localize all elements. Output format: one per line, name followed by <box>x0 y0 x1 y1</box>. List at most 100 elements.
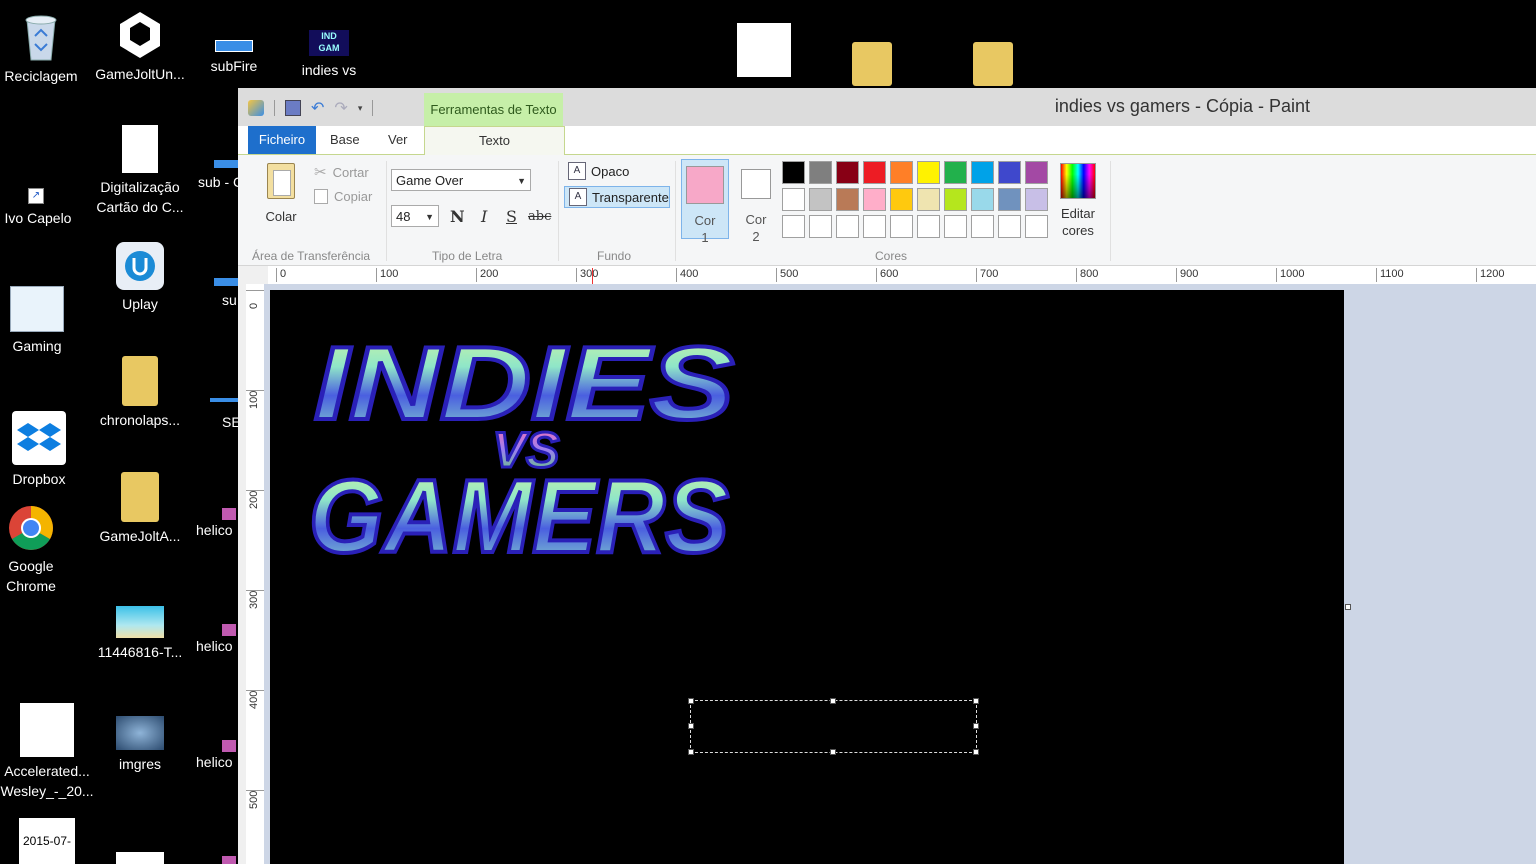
helico-icon[interactable]: helico <box>186 624 246 656</box>
palette-swatch[interactable] <box>944 188 967 211</box>
uplay-icon[interactable]: Uplay <box>92 242 188 314</box>
palette-swatch[interactable] <box>1025 161 1048 184</box>
indies-vs-image-icon[interactable]: IND GAM indies vs <box>281 30 377 80</box>
colors-group-label: Cores <box>875 249 908 263</box>
digitalizacao-document-icon[interactable]: Digitalização Cartão do C... <box>92 125 188 217</box>
canvas-workspace[interactable]: INDIES VS GAMERS <box>264 284 1536 864</box>
palette-swatch[interactable] <box>890 215 913 238</box>
palette-swatch[interactable] <box>836 188 859 211</box>
dropbox-icon[interactable]: Dropbox <box>0 411 87 489</box>
drawing-canvas[interactable]: INDIES VS GAMERS <box>270 290 1344 864</box>
edit-colors-button[interactable]: Editar cores <box>1056 163 1100 239</box>
palette-swatch[interactable] <box>782 188 805 211</box>
palette-swatch[interactable] <box>998 188 1021 211</box>
color1-button[interactable]: Cor 1 <box>681 159 729 245</box>
bold-button[interactable]: N <box>450 207 465 226</box>
palette-swatch[interactable] <box>863 188 886 211</box>
font-family-select[interactable]: Game Over ▼ <box>391 169 531 191</box>
ruler-tick-label: 400 <box>676 268 698 282</box>
dated-document-icon[interactable]: 2015-07- <box>19 818 75 864</box>
palette-swatch[interactable] <box>782 161 805 184</box>
palette-swatch[interactable] <box>836 215 859 238</box>
title-bar[interactable]: ↶ ↷ ▾ Ferramentas de Texto indies vs gam… <box>238 88 1536 126</box>
accelerated-document-icon[interactable]: Accelerated... Wesley_-_20... <box>0 703 95 801</box>
palette-swatch[interactable] <box>782 215 805 238</box>
palette-swatch[interactable] <box>998 215 1021 238</box>
underline-button[interactable]: S <box>506 207 517 226</box>
gamejolt-folder-icon[interactable]: GameJoltA... <box>92 472 188 546</box>
opaque-option[interactable]: A Opaco <box>564 160 670 182</box>
ruler-tick-label: 300 <box>246 590 264 609</box>
palette-swatch[interactable] <box>890 161 913 184</box>
palette-swatch[interactable] <box>971 161 994 184</box>
su-icon[interactable]: su <box>186 278 246 310</box>
ruler-tick-label: 1100 <box>1376 268 1404 282</box>
sub-c-icon[interactable]: sub - C <box>186 160 246 192</box>
tab-file[interactable]: Ficheiro <box>248 126 316 154</box>
palette-swatch[interactable] <box>1025 215 1048 238</box>
tab-text[interactable]: Texto <box>424 126 565 156</box>
paste-button[interactable]: Colar <box>260 163 302 224</box>
imgres-image-icon[interactable]: imgres <box>92 716 188 774</box>
recycle-bin-icon[interactable]: Reciclagem <box>0 10 89 86</box>
background-group-label: Fundo <box>597 249 632 263</box>
resize-handle[interactable] <box>830 698 836 704</box>
divider <box>675 161 676 261</box>
strikethrough-button[interactable]: abc <box>528 209 551 224</box>
helico-icon[interactable] <box>222 856 236 864</box>
palette-swatch[interactable] <box>998 161 1021 184</box>
gaming-icon[interactable]: Gaming <box>0 286 85 356</box>
ivo-capelo-shortcut[interactable]: ↗ Ivo Capelo <box>0 186 86 228</box>
palette-swatch[interactable] <box>1025 188 1048 211</box>
palette-swatch[interactable] <box>809 161 832 184</box>
image-thumbnail-icon[interactable]: 11446816-T... <box>92 606 188 662</box>
palette-swatch[interactable] <box>971 188 994 211</box>
resize-handle[interactable] <box>973 749 979 755</box>
resize-handle[interactable] <box>688 723 694 729</box>
resize-handle[interactable] <box>973 698 979 704</box>
palette-swatch[interactable] <box>890 188 913 211</box>
palette-swatch[interactable] <box>944 215 967 238</box>
save-icon[interactable] <box>285 100 301 116</box>
color2-button[interactable]: Cor 2 <box>732 159 780 244</box>
resize-handle[interactable] <box>830 749 836 755</box>
palette-swatch[interactable] <box>917 161 940 184</box>
paint-app-icon[interactable] <box>248 100 264 116</box>
palette-swatch[interactable] <box>809 215 832 238</box>
palette-swatch[interactable] <box>944 161 967 184</box>
resize-handle[interactable] <box>688 749 694 755</box>
gamejolt-unity-icon[interactable]: GameJoltUn... <box>92 10 188 84</box>
tab-home[interactable]: Base <box>330 126 360 154</box>
palette-swatch[interactable] <box>971 215 994 238</box>
palette-swatch[interactable] <box>863 215 886 238</box>
canvas-resize-handle[interactable] <box>1345 604 1351 610</box>
document-thumbnail-icon[interactable] <box>737 23 791 77</box>
resize-handle[interactable] <box>973 723 979 729</box>
ruler-tick-label: 600 <box>876 268 898 282</box>
text-insertion-box[interactable] <box>688 698 979 755</box>
redo-icon[interactable]: ↷ <box>334 98 347 118</box>
resize-handle[interactable] <box>688 698 694 704</box>
helico-icon[interactable]: helico <box>186 508 246 540</box>
google-chrome-icon[interactable]: Google Chrome <box>0 504 79 596</box>
copy-button[interactable]: Copiar <box>314 189 372 204</box>
palette-swatch[interactable] <box>917 188 940 211</box>
palette-swatch[interactable] <box>863 161 886 184</box>
chronolapse-folder-icon[interactable]: chronolaps... <box>92 356 188 430</box>
se-icon[interactable]: SE <box>186 398 246 432</box>
palette-swatch[interactable] <box>809 188 832 211</box>
document-thumbnail-icon[interactable] <box>116 852 164 864</box>
italic-button[interactable]: I <box>481 207 487 226</box>
folder-icon[interactable] <box>973 42 1013 86</box>
font-size-select[interactable]: 48 ▼ <box>391 205 439 227</box>
tab-view[interactable]: Ver <box>388 126 408 154</box>
palette-swatch[interactable] <box>836 161 859 184</box>
transparent-option[interactable]: A Transparente <box>564 186 670 208</box>
customize-qat-icon[interactable]: ▾ <box>358 103 363 114</box>
palette-swatch[interactable] <box>917 215 940 238</box>
folder-icon[interactable] <box>852 42 892 86</box>
helico-icon[interactable]: helico <box>186 740 246 772</box>
undo-icon[interactable]: ↶ <box>311 98 324 118</box>
cut-button[interactable]: ✂ Cortar <box>314 163 369 181</box>
subfire-icon[interactable]: subFire <box>186 40 282 76</box>
